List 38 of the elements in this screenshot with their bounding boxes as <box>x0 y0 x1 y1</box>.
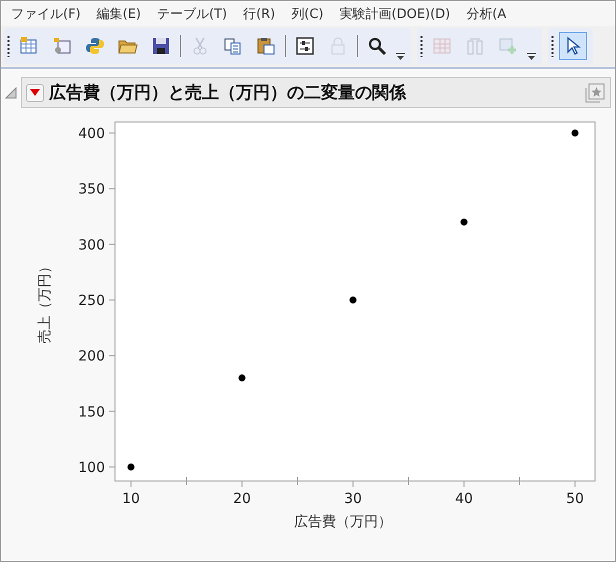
x-tick-label: 50 <box>566 491 584 507</box>
x-axis-label: 広告費（万円） <box>294 514 392 530</box>
x-tick-label: 20 <box>233 491 251 507</box>
star-icon[interactable] <box>584 82 606 104</box>
menu-item[interactable]: 列(C) <box>291 5 324 23</box>
caret-down-icon <box>30 89 40 96</box>
grip-handle[interactable] <box>7 35 10 57</box>
sliders-icon[interactable] <box>295 36 315 56</box>
table-icon[interactable] <box>19 36 39 56</box>
y-tick-label: 350 <box>78 182 105 198</box>
x-tick-label: 40 <box>455 491 473 507</box>
disclosure-icon[interactable] <box>5 86 17 98</box>
menu-item[interactable]: 分析(A <box>466 5 506 23</box>
y-tick-label: 150 <box>78 404 105 420</box>
y-axis-label: 売上（万円） <box>37 260 53 344</box>
menu-item[interactable]: ファイル(F) <box>11 5 81 23</box>
search-icon[interactable] <box>367 36 387 56</box>
overflow-icon[interactable] <box>527 53 536 60</box>
y-tick-label: 300 <box>78 237 105 254</box>
table-key-icon[interactable] <box>52 36 72 56</box>
copy-icon[interactable] <box>223 36 243 56</box>
report-title: 広告費（万円）と売上（万円）の二変量の関係 <box>49 82 408 104</box>
menu-item[interactable]: テーブル(T) <box>156 5 228 23</box>
x-tick-label: 30 <box>344 491 362 507</box>
menu-button[interactable] <box>26 84 44 102</box>
python-icon[interactable] <box>85 36 105 56</box>
grip-handle[interactable] <box>551 35 554 57</box>
menu-item[interactable]: 行(R) <box>243 5 276 23</box>
clipboard-icon[interactable] <box>256 36 276 56</box>
y-tick-label: 250 <box>78 293 105 309</box>
y-tick-label: 200 <box>78 348 105 365</box>
x-tick-label: 10 <box>122 491 140 507</box>
y-tick-label: 400 <box>78 126 105 142</box>
menu-item[interactable]: 実験計画(DOE)(D) <box>340 5 450 23</box>
overflow-icon[interactable] <box>396 53 405 60</box>
grip-handle[interactable] <box>420 35 423 57</box>
y-tick-label: 100 <box>78 460 105 476</box>
menu-item[interactable]: 編集(E) <box>96 5 141 23</box>
